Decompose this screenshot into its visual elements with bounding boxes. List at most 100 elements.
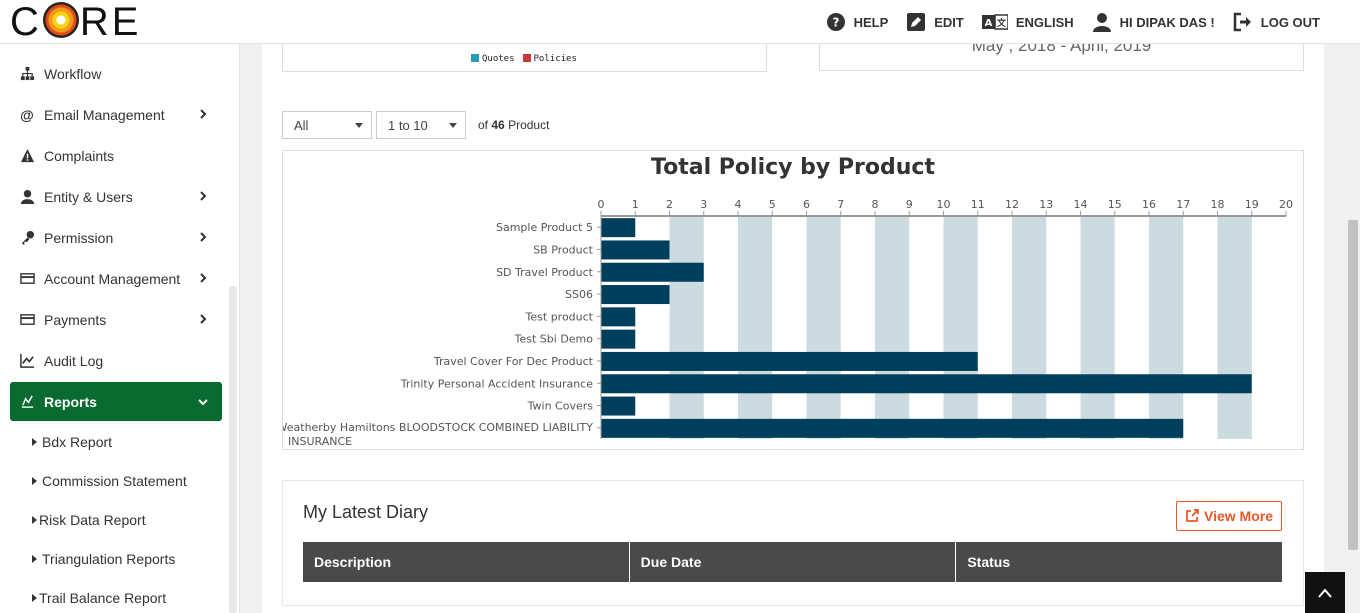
grid-band: [738, 216, 773, 439]
sidebar-item-account-management[interactable]: Account Management: [10, 258, 222, 299]
chevron-right-icon: [200, 109, 207, 119]
legend-policies[interactable]: Policies: [522, 54, 577, 64]
total-policy-chart: Total Policy by Product 0 1 2 3 4 5 6 7 8 9 10 11 12 1…: [277, 150, 1304, 450]
x-tick-label: 20: [1279, 198, 1293, 211]
bar: [601, 351, 978, 371]
page-scrollbar-thumb[interactable]: [1348, 220, 1358, 550]
sidebar-subitem-label: Triangulation Reports: [42, 550, 176, 567]
caret-right-icon: [32, 593, 37, 602]
sidebar-subitem-commission-statement[interactable]: Commission Statement: [10, 461, 222, 500]
category-select[interactable]: All: [282, 111, 372, 139]
x-tick-label: 12: [1005, 198, 1019, 211]
y-category-label-cont: INSURANCE: [288, 435, 352, 448]
external-link-icon: [1186, 509, 1199, 522]
caret-right-icon: [32, 515, 37, 524]
grid-band: [875, 216, 910, 439]
main-content: Quotes Policies May , 2018 - April, 2019…: [262, 44, 1324, 613]
chevron-right-icon: [200, 232, 207, 242]
y-category-label: Trinity Personal Accident Insurance: [400, 377, 594, 390]
sidebar-subitem-risk-data-report[interactable]: Risk Data Report: [10, 500, 222, 539]
range-select-value: 1 to 10: [388, 117, 428, 133]
sitemap-icon: [18, 65, 36, 83]
sidebar-item-email-management[interactable]: @ Email Management: [10, 94, 222, 135]
grid-band: [1080, 216, 1115, 439]
sidebar-item-label: Email Management: [44, 106, 165, 123]
help-label: HELP: [853, 14, 889, 30]
core-logo[interactable]: C RE: [10, 0, 142, 44]
line-chart-icon: [18, 352, 36, 370]
bar: [601, 418, 1184, 438]
x-tick-label: 0: [598, 198, 605, 211]
date-range: May , 2018 - April, 2019: [971, 44, 1152, 55]
sidebar-scrollbar[interactable]: [229, 286, 237, 613]
user-menu[interactable]: HI DIPAK DAS !: [1092, 12, 1215, 32]
edit-label: EDIT: [934, 14, 964, 30]
x-tick-label: 2: [666, 198, 673, 211]
bar: [601, 240, 670, 260]
x-tick-label: 6: [803, 198, 810, 211]
bar: [601, 374, 1252, 394]
help-link[interactable]: ? HELP: [826, 12, 889, 32]
y-category-label: SS06: [565, 288, 593, 301]
bar: [601, 307, 636, 327]
sidebar-item-payments[interactable]: Payments: [10, 299, 222, 340]
sidebar-subitem-trail-balance-report[interactable]: Trail Balance Report: [10, 578, 222, 613]
sidebar-item-complaints[interactable]: Complaints: [10, 135, 222, 176]
edit-link[interactable]: EDIT: [906, 12, 964, 32]
caret-right-icon: [32, 554, 37, 563]
chart-legend: Quotes Policies: [471, 54, 577, 64]
x-tick-label: 1: [632, 198, 639, 211]
x-tick-label: 10: [937, 198, 951, 211]
credit-card-icon: [18, 311, 36, 329]
chevron-down-icon: [449, 123, 457, 128]
chevron-right-icon: [200, 314, 207, 324]
x-tick-label: 13: [1039, 198, 1053, 211]
sidebar-subitem-triangulation-reports[interactable]: Triangulation Reports: [10, 539, 222, 578]
range-select[interactable]: 1 to 10: [376, 111, 466, 139]
scroll-to-top-button[interactable]: [1305, 572, 1345, 613]
column-header-due-date[interactable]: Due Date: [630, 542, 957, 582]
sidebar-item-label: Audit Log: [44, 352, 104, 369]
sidebar-item-reports[interactable]: Reports: [10, 382, 222, 421]
sidebar-item-entity-users[interactable]: Entity & Users: [10, 176, 222, 217]
grid-band: [806, 216, 841, 439]
product-count: of 46 Product: [478, 118, 549, 132]
column-header-status[interactable]: Status: [956, 542, 1282, 582]
bar: [601, 262, 704, 282]
sidebar-subitem-bdx-report[interactable]: Bdx Report: [10, 422, 222, 461]
user-icon: [1092, 13, 1111, 32]
at-icon: @: [20, 106, 34, 123]
language-selector[interactable]: A文 ENGLISH: [981, 12, 1074, 32]
sidebar-item-audit-log[interactable]: Audit Log: [10, 340, 222, 381]
grid-band: [1149, 216, 1184, 439]
y-category-label: Test Sbi Demo: [514, 333, 594, 346]
chevron-down-icon: [355, 123, 363, 128]
sidebar-item-label: Workflow: [44, 65, 102, 82]
edit-icon: [907, 13, 926, 31]
chevron-right-icon: [200, 191, 207, 201]
x-tick-label: 7: [837, 198, 844, 211]
x-tick-label: 9: [906, 198, 913, 211]
y-category-label: SD Travel Product: [496, 266, 594, 279]
bar: [601, 218, 636, 238]
reports-icon: [18, 393, 36, 411]
y-category-label: SB Product: [533, 243, 593, 256]
sidebar-item-workflow[interactable]: Workflow: [10, 53, 222, 94]
legend-quotes[interactable]: Quotes: [471, 54, 515, 64]
x-tick-label: 5: [769, 198, 776, 211]
y-category-label: Test product: [525, 310, 594, 323]
chart-title: Total Policy by Product: [651, 155, 935, 180]
sidebar-menu: Workflow @ Email Management Complaints E…: [10, 53, 222, 613]
x-tick-label: 4: [735, 198, 742, 211]
bar: [601, 396, 636, 416]
bar: [601, 329, 636, 349]
language-label: ENGLISH: [1015, 14, 1074, 30]
view-more-label: View More: [1204, 508, 1273, 524]
logout-link[interactable]: LOG OUT: [1233, 12, 1320, 32]
column-header-description[interactable]: Description: [303, 542, 630, 582]
x-tick-label: 17: [1176, 198, 1190, 211]
logo-text-right: RE: [79, 0, 142, 44]
sidebar-item-permission[interactable]: Permission: [10, 217, 222, 258]
view-more-button[interactable]: View More: [1176, 501, 1282, 531]
svg-text:文: 文: [996, 17, 1007, 29]
